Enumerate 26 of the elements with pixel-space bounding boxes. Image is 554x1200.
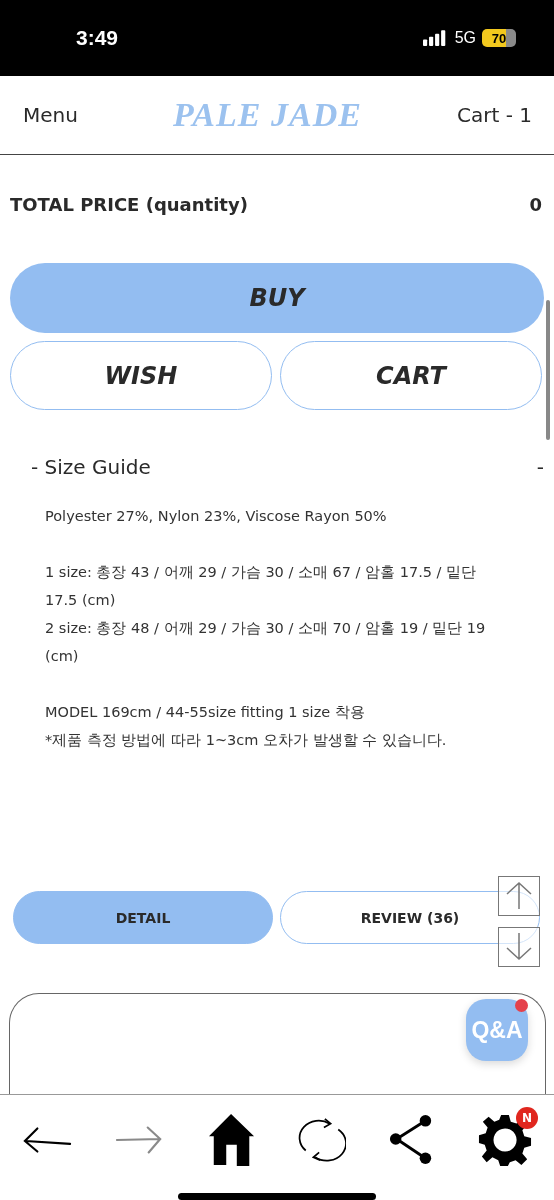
product-info-text: Polyester 27%, Nylon 23%, Viscose Rayon 50% — [45, 507, 388, 526]
back-arrow-icon[interactable] — [22, 1124, 72, 1156]
total-price-label: TOTAL PRICE (quantity) — [10, 193, 248, 215]
refresh-icon[interactable] — [298, 1118, 347, 1162]
tab[interactable]: DETAIL — [13, 891, 273, 944]
total-price-value: 0 — [529, 193, 542, 215]
product-info-text: *제품 측정 방법에 따라 1~3cm 오차가 발생할 수 있습니다. — [45, 731, 448, 750]
cart-link[interactable]: Cart - 1 — [457, 103, 532, 127]
tab[interactable]: REVIEW (36) — [280, 891, 540, 944]
battery-level: 70 — [491, 30, 507, 46]
section-title[interactable]: - Size Guide — [31, 455, 151, 479]
buy-button[interactable]: BUY — [10, 263, 544, 333]
notification-badge: N — [516, 1107, 538, 1129]
home-icon[interactable] — [207, 1113, 256, 1167]
product-info-text: 2 size: 총장 48 / 어깨 29 / 가슴 30 / 소매 70 / 암홀 19 / 밑단 19 (cm) — [45, 619, 487, 666]
product-info-text: MODEL 169cm / 44-55size fitting 1 size 착용 — [45, 703, 366, 722]
network-label: 5G — [454, 29, 476, 47]
scroll-up-button[interactable] — [498, 876, 540, 916]
menu-link[interactable]: Menu — [23, 103, 78, 127]
clock-time: 3:49 — [76, 26, 119, 50]
gear-icon[interactable] — [478, 1113, 532, 1167]
cart-button[interactable]: CART — [280, 341, 542, 410]
wish-button[interactable]: WISH — [10, 341, 272, 410]
collapse-toggle[interactable]: - — [536, 455, 544, 479]
scroll-down-button[interactable] — [498, 927, 540, 967]
product-info-text: 1 size: 총장 43 / 어깨 29 / 가슴 30 / 소매 67 / 암홀 17.5 / 밑단 17.5 (cm) — [45, 563, 478, 610]
